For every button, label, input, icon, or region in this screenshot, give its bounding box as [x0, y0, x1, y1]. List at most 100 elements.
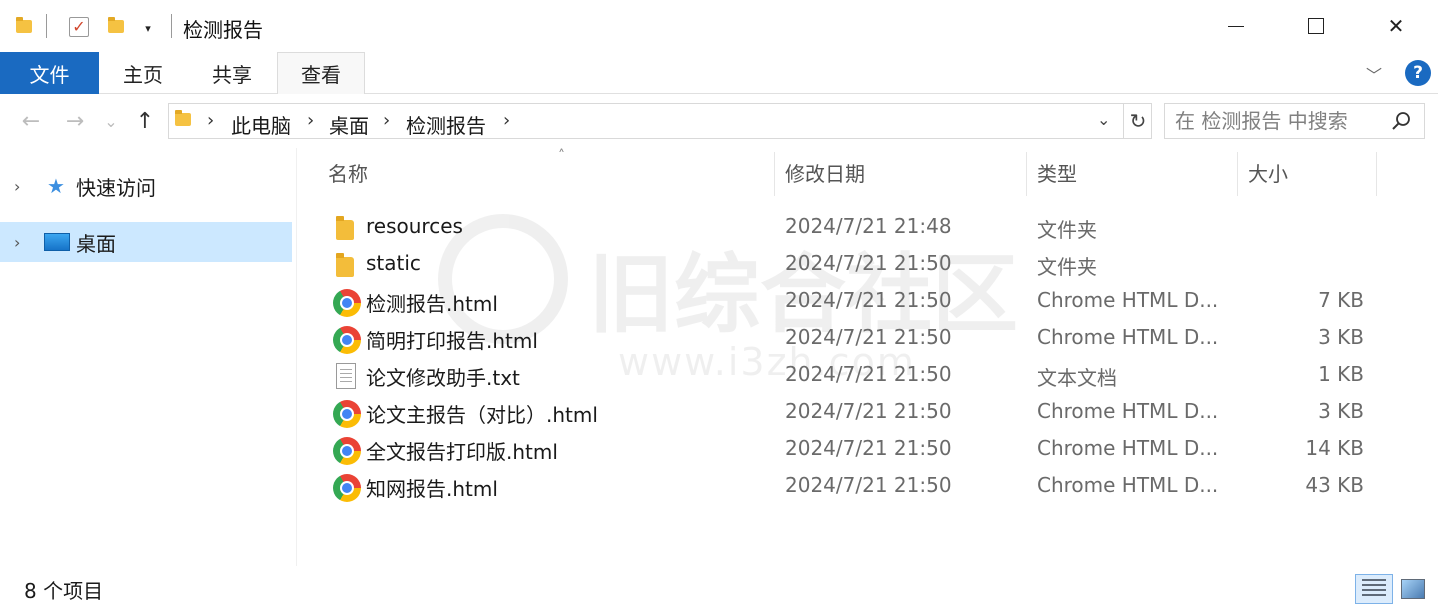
file-date: 2024/7/21 21:50 — [785, 325, 952, 349]
new-folder-button[interactable] — [106, 14, 126, 38]
file-size: 3 KB — [1318, 399, 1364, 423]
file-row[interactable]: 简明打印报告.html 2024/7/21 21:50 Chrome HTML … — [326, 319, 1406, 356]
file-type: Chrome HTML D... — [1037, 399, 1219, 423]
recent-locations-button[interactable]: ⌄ — [100, 106, 122, 136]
chevron-right-icon[interactable]: › — [14, 233, 20, 252]
breadcrumb-current-folder[interactable]: 检测报告 — [406, 110, 486, 139]
file-type: 文件夹 — [1037, 255, 1097, 279]
file-type: Chrome HTML D... — [1037, 325, 1219, 349]
refresh-icon: ↻ — [1129, 109, 1147, 133]
quick-access-dropdown-button[interactable]: ▾ — [138, 18, 158, 38]
file-name: 论文主报告（对比）.html — [366, 403, 598, 427]
back-button[interactable]: ← — [16, 106, 46, 136]
breadcrumb-desktop[interactable]: 桌面 — [329, 110, 369, 139]
file-row[interactable]: 知网报告.html 2024/7/21 21:50 Chrome HTML D.… — [326, 467, 1406, 504]
file-name: 知网报告.html — [366, 477, 498, 501]
navigation-pane: › ★ 快速访问 › 桌面 — [0, 148, 296, 566]
file-date: 2024/7/21 21:50 — [785, 251, 952, 275]
column-divider[interactable] — [1376, 152, 1377, 196]
tab-share[interactable]: 共享 — [187, 52, 277, 94]
properties-button[interactable]: ✓ — [66, 14, 92, 40]
file-date: 2024/7/21 21:50 — [785, 436, 952, 460]
chrome-icon — [330, 323, 361, 354]
minimize-icon — [1228, 25, 1244, 27]
column-header-name[interactable]: 名称 ˄ — [318, 148, 774, 196]
ribbon-tabs: 文件 主页 共享 查看 ﹀ ? — [0, 52, 1438, 94]
column-header-label: 大小 — [1248, 161, 1288, 186]
search-icon[interactable] — [1391, 110, 1413, 132]
forward-button[interactable]: → — [60, 106, 90, 136]
star-icon: ★ — [47, 174, 65, 198]
navigation-bar: ← → ⌄ ↑ › 此电脑 › 桌面 › 检测报告 › ⌄ ↻ — [0, 96, 1438, 146]
breadcrumb-this-pc[interactable]: 此电脑 — [231, 110, 291, 139]
expand-ribbon-button[interactable]: ﹀ — [1366, 62, 1392, 85]
up-button[interactable]: ↑ — [130, 106, 160, 136]
maximize-icon — [1308, 18, 1324, 34]
chevron-right-icon[interactable]: › — [14, 177, 20, 196]
sort-ascending-icon: ˄ — [558, 148, 565, 164]
file-size: 7 KB — [1318, 288, 1364, 312]
chevron-down-icon: ﹀ — [1366, 66, 1383, 85]
checkmark-icon: ✓ — [69, 17, 89, 37]
file-date: 2024/7/21 21:48 — [785, 214, 952, 238]
text-file-icon — [330, 360, 358, 389]
help-icon[interactable]: ? — [1405, 60, 1431, 86]
column-header-type[interactable]: 类型 — [1027, 148, 1237, 196]
file-size: 14 KB — [1305, 436, 1364, 460]
tab-view[interactable]: 查看 — [277, 52, 365, 94]
breadcrumb-separator-icon: › — [307, 110, 315, 131]
close-icon: ✕ — [1387, 14, 1405, 38]
address-history-dropdown[interactable]: ⌄ — [1097, 110, 1110, 129]
chrome-icon — [330, 286, 361, 317]
file-date: 2024/7/21 21:50 — [785, 473, 952, 497]
chevron-down-icon: ▾ — [145, 21, 151, 35]
refresh-button[interactable]: ↻ — [1123, 104, 1152, 138]
folder-icon — [330, 249, 358, 277]
file-size: 3 KB — [1318, 325, 1364, 349]
desktop-icon — [44, 233, 70, 251]
nav-item-desktop[interactable]: › 桌面 — [0, 222, 292, 262]
window-title: 检测报告 — [183, 18, 263, 42]
file-size: 1 KB — [1318, 362, 1364, 386]
toolbar-separator — [171, 14, 172, 38]
file-date: 2024/7/21 21:50 — [785, 288, 952, 312]
file-name: 论文修改助手.txt — [366, 366, 520, 390]
folder-icon — [330, 212, 358, 240]
address-bar[interactable]: › 此电脑 › 桌面 › 检测报告 › ⌄ ↻ — [168, 103, 1152, 139]
chevron-down-icon: ⌄ — [104, 111, 118, 131]
close-button[interactable]: ✕ — [1356, 0, 1436, 52]
file-row[interactable]: static 2024/7/21 21:50 文件夹 — [326, 245, 1406, 282]
file-type: Chrome HTML D... — [1037, 473, 1219, 497]
tab-home[interactable]: 主页 — [99, 52, 187, 94]
file-row[interactable]: 论文修改助手.txt 2024/7/21 21:50 文本文档 1 KB — [326, 356, 1406, 393]
nav-item-label: 快速访问 — [76, 175, 156, 200]
nav-item-quick-access[interactable]: › ★ 快速访问 — [0, 166, 292, 206]
minimize-button[interactable] — [1196, 0, 1276, 52]
chrome-icon — [330, 434, 361, 465]
search-input[interactable] — [1165, 104, 1385, 138]
details-view-button[interactable] — [1355, 574, 1393, 604]
nav-item-label: 桌面 — [76, 231, 116, 256]
file-row[interactable]: 论文主报告（对比）.html 2024/7/21 21:50 Chrome HT… — [326, 393, 1406, 430]
file-row[interactable]: 检测报告.html 2024/7/21 21:50 Chrome HTML D.… — [326, 282, 1406, 319]
file-type: 文本文档 — [1037, 366, 1117, 390]
column-header-date[interactable]: 修改日期 — [775, 148, 1026, 196]
details-view-icon — [1362, 579, 1386, 599]
search-box — [1164, 103, 1425, 139]
folder-icon — [175, 110, 191, 126]
status-bar: 8 个项目 — [0, 566, 1438, 609]
file-row[interactable]: 全文报告打印版.html 2024/7/21 21:50 Chrome HTML… — [326, 430, 1406, 467]
file-name: 全文报告打印版.html — [366, 440, 558, 464]
column-header-size[interactable]: 大小 — [1238, 148, 1376, 196]
file-row[interactable]: resources 2024/7/21 21:48 文件夹 — [326, 208, 1406, 245]
item-count: 8 个项目 — [24, 579, 104, 603]
file-date: 2024/7/21 21:50 — [785, 362, 952, 386]
file-list: 名称 ˄ 修改日期 类型 大小 旧综合社区 www.i3zh.com resou… — [298, 148, 1438, 566]
pane-divider[interactable] — [296, 148, 297, 566]
new-folder-icon — [108, 16, 124, 33]
large-icons-view-button[interactable] — [1394, 574, 1432, 604]
maximize-button[interactable] — [1276, 0, 1356, 52]
chrome-icon — [330, 471, 361, 502]
file-name: resources — [366, 214, 463, 238]
tab-file[interactable]: 文件 — [0, 52, 99, 94]
